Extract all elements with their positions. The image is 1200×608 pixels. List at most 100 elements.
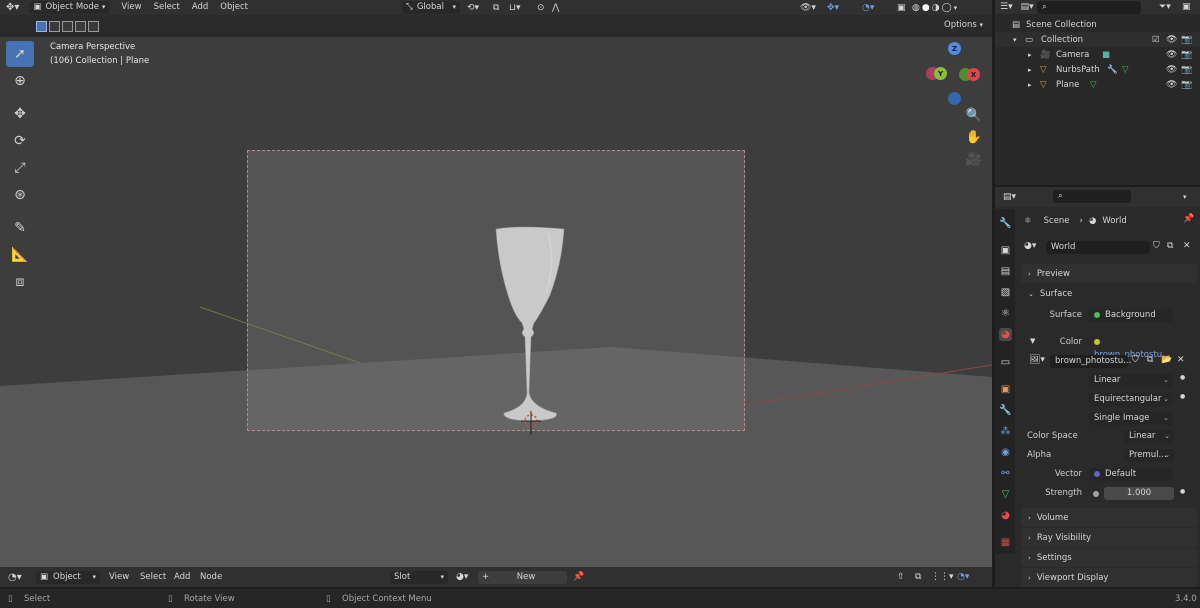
- constraints-tab-icon[interactable]: ⚯: [999, 467, 1012, 480]
- curve-data-icon[interactable]: ▽: [1122, 65, 1129, 75]
- zoom-icon[interactable]: 🔍: [964, 105, 984, 125]
- surface-shader-dropdown[interactable]: Background: [1089, 309, 1173, 322]
- menu-add[interactable]: Add: [174, 572, 190, 582]
- parent-node-tree-icon[interactable]: ⇧: [897, 572, 905, 582]
- source-dropdown[interactable]: Single Image ⌄: [1089, 412, 1173, 425]
- data-tab-icon[interactable]: ▽: [999, 488, 1012, 501]
- snap-icon[interactable]: ⧉: [493, 3, 499, 13]
- overlay-toggle-icon[interactable]: ◔▾: [862, 3, 874, 13]
- expand-icon[interactable]: ▾: [1013, 36, 1017, 44]
- menu-node[interactable]: Node: [200, 572, 222, 582]
- falloff-icon[interactable]: ⋀: [552, 3, 559, 13]
- eye-icon[interactable]: 👁: [1166, 80, 1177, 90]
- panel-volume[interactable]: › Volume: [1021, 508, 1197, 527]
- proportional-edit-icon[interactable]: ⊙: [537, 3, 545, 13]
- solid-shading-icon[interactable]: ●: [922, 3, 930, 13]
- scene-tab-icon[interactable]: ⚛: [999, 307, 1012, 320]
- chevron-down-icon[interactable]: ▾: [954, 4, 958, 12]
- menu-add[interactable]: Add: [186, 1, 214, 14]
- panel-viewport-display[interactable]: › Viewport Display: [1021, 568, 1197, 587]
- expand-icon[interactable]: ▸: [1028, 51, 1032, 59]
- checkbox-icon[interactable]: ☑: [1152, 35, 1160, 45]
- new-collection-icon[interactable]: ▣: [1182, 2, 1191, 12]
- particles-tab-icon[interactable]: ⁂: [999, 425, 1012, 438]
- expand-icon[interactable]: ▸: [1028, 81, 1032, 89]
- transform-orientation-dropdown[interactable]: ⤡ Global ▾: [402, 1, 460, 14]
- collection-tab-icon[interactable]: ▭: [999, 356, 1012, 369]
- menu-view[interactable]: View: [109, 572, 129, 582]
- panel-preview[interactable]: › Preview: [1021, 264, 1197, 283]
- panel-settings[interactable]: › Settings: [1021, 548, 1197, 567]
- editor-type-icon[interactable]: ✥▾: [0, 1, 25, 14]
- cursor-tool-icon[interactable]: ⊕: [6, 68, 34, 94]
- rendered-shading-icon[interactable]: ◯: [942, 3, 952, 13]
- keyframe-dot-icon[interactable]: ●: [1180, 374, 1185, 381]
- interpolation-dropdown[interactable]: Linear ⌄: [1089, 374, 1173, 387]
- rotate-tool-icon[interactable]: ⟳: [6, 128, 34, 154]
- expand-icon[interactable]: ▸: [1028, 66, 1032, 74]
- scale-tool-icon[interactable]: ⤢: [6, 155, 34, 181]
- eye-icon[interactable]: 👁: [1166, 50, 1177, 60]
- tool-tab-icon[interactable]: 🔧: [999, 217, 1012, 230]
- open-folder-icon[interactable]: 📂: [1161, 355, 1172, 365]
- outliner-item-plane[interactable]: ▸ ▽ Plane ▽ 👁 📷: [995, 77, 1200, 92]
- move-tool-icon[interactable]: ✥: [6, 101, 34, 127]
- fake-user-icon[interactable]: ⛉: [1153, 241, 1160, 251]
- world-name-field[interactable]: World: [1046, 241, 1150, 254]
- render-camera-icon[interactable]: 📷: [1181, 50, 1192, 60]
- editor-type-icon[interactable]: ☰▾: [1000, 2, 1013, 12]
- keyframe-dot-icon[interactable]: ●: [1180, 393, 1185, 400]
- close-icon[interactable]: ✕: [1183, 241, 1191, 251]
- chevron-down-icon[interactable]: ▾: [1183, 193, 1187, 201]
- outliner-collection[interactable]: ▾ ▭ Collection ☑ 👁 📷: [995, 32, 1200, 47]
- mode-dropdown[interactable]: ▣ Object Mode ▾: [29, 1, 110, 14]
- new-world-button[interactable]: + New: [478, 570, 567, 584]
- texture-tab-icon[interactable]: ▦: [999, 536, 1012, 549]
- close-icon[interactable]: ✕: [1177, 355, 1185, 365]
- material-tab-icon[interactable]: ◕: [999, 509, 1012, 522]
- navigation-gizmo[interactable]: Z Y X: [922, 39, 984, 109]
- physics-tab-icon[interactable]: ◉: [999, 446, 1012, 459]
- pivot-icon[interactable]: ⟲▾: [467, 3, 479, 13]
- view-layer-tab-icon[interactable]: ▧: [999, 286, 1012, 299]
- keyframe-dot-icon[interactable]: ●: [1180, 488, 1185, 495]
- menu-object[interactable]: Object: [214, 1, 254, 14]
- select-invert-icon[interactable]: [75, 20, 86, 32]
- select-new-icon[interactable]: [36, 20, 47, 32]
- world-browse-icon[interactable]: ◕▾: [1024, 241, 1036, 251]
- gizmo-x-axis[interactable]: X: [967, 68, 980, 81]
- color-space-dropdown[interactable]: Linear ⌄: [1124, 430, 1174, 443]
- render-camera-icon[interactable]: 📷: [1181, 35, 1192, 45]
- projection-dropdown[interactable]: Equirectangular ⌄: [1089, 393, 1173, 406]
- wireframe-shading-icon[interactable]: ◍: [912, 3, 920, 13]
- slot-dropdown[interactable]: Slot ▾: [390, 570, 448, 584]
- camera-view-icon[interactable]: 🎥: [964, 149, 984, 169]
- add-cube-tool-icon[interactable]: ⧈: [6, 269, 34, 295]
- world-tab-icon[interactable]: ◕: [999, 328, 1012, 341]
- eye-icon[interactable]: 👁: [1166, 35, 1177, 45]
- properties-search-input[interactable]: ⌕: [1053, 190, 1131, 203]
- image-browse-icon[interactable]: 🖼▾: [1029, 355, 1045, 365]
- output-tab-icon[interactable]: ▤: [999, 265, 1012, 278]
- panel-ray-visibility[interactable]: › Ray Visibility: [1021, 528, 1197, 547]
- select-extend-icon[interactable]: [49, 20, 60, 32]
- panel-surface[interactable]: ⌄ Surface: [1021, 284, 1197, 303]
- color-input-link[interactable]: brown_photostu...: [1089, 336, 1173, 360]
- editor-type-icon[interactable]: ▤▾: [1003, 192, 1016, 202]
- menu-view[interactable]: View: [115, 1, 147, 14]
- duplicate-icon[interactable]: ⧉: [1147, 355, 1153, 365]
- eye-icon[interactable]: 👁: [1166, 65, 1177, 75]
- render-tab-icon[interactable]: ▣: [999, 244, 1012, 257]
- pan-hand-icon[interactable]: ✋: [964, 127, 984, 147]
- camera-data-icon[interactable]: ■: [1102, 50, 1110, 60]
- fake-user-icon[interactable]: ⛉: [1132, 355, 1139, 365]
- gizmo-y-axis[interactable]: Y: [934, 67, 947, 80]
- outliner-item-nurbspath[interactable]: ▸ ▽ NurbsPath 🔧 ▽ 👁 📷: [995, 62, 1200, 77]
- gizmo-z-axis[interactable]: Z: [948, 42, 961, 55]
- select-box-tool-icon[interactable]: ➚: [6, 41, 34, 67]
- editor-type-icon[interactable]: ◔▾: [8, 572, 22, 583]
- strength-field[interactable]: 1.000: [1104, 487, 1174, 500]
- modifier-tab-icon[interactable]: 🔧: [999, 404, 1012, 417]
- pin-icon[interactable]: 📌: [1183, 214, 1194, 224]
- 3d-viewport[interactable]: Camera Perspective (106) Collection | Pl…: [0, 37, 992, 567]
